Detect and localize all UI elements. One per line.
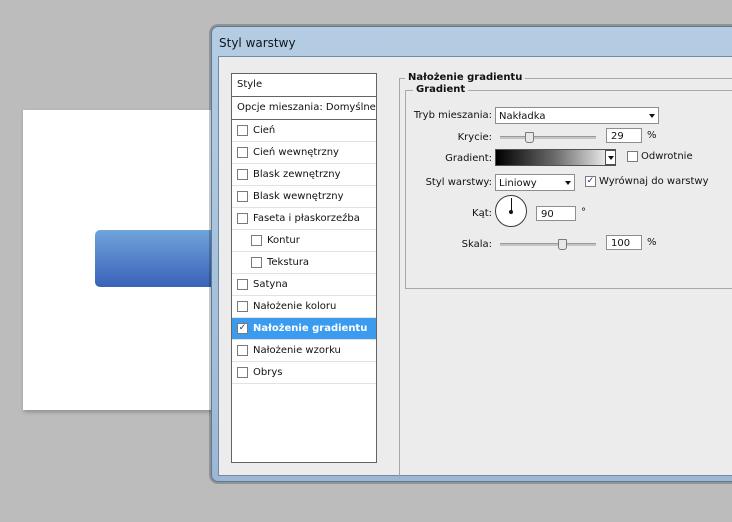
opacity-input[interactable]: 29 (606, 128, 642, 143)
style-item-checkbox[interactable] (237, 367, 248, 378)
gradient-button-preview (95, 230, 220, 287)
style-item-label: Blask zewnętrzny (253, 169, 341, 180)
scale-unit: % (647, 237, 657, 248)
style-item-label: Faseta i płaskorzeźba (253, 213, 360, 224)
angle-unit: ° (581, 207, 586, 218)
blending-options-item[interactable]: Opcje mieszania: Domyślne (232, 97, 376, 120)
style-select[interactable]: Liniowy (495, 174, 575, 191)
style-item-label: Nałożenie wzorku (253, 345, 341, 356)
style-item-label: Cień (253, 125, 276, 136)
scale-thumb[interactable] (558, 239, 567, 250)
layer-style-dialog: Styl warstwy Style Opcje mieszania: Domy… (211, 26, 732, 482)
angle-dial-center (509, 210, 513, 214)
dialog-body: Style Opcje mieszania: Domyślne Cień Cień… (218, 56, 732, 479)
style-item[interactable]: Faseta i płaskorzeźba (232, 208, 376, 230)
style-item-checkbox[interactable] (237, 345, 248, 356)
style-item-checkbox[interactable] (237, 169, 248, 180)
style-item-label: Nałożenie gradientu (253, 323, 368, 334)
style-item-checkbox[interactable]: ✓ (237, 323, 248, 334)
gradient-label: Gradient: (445, 153, 492, 164)
scale-input[interactable]: 100 (606, 235, 642, 250)
style-item[interactable]: Satyna (232, 274, 376, 296)
blend-mode-label: Tryb mieszania: (413, 110, 492, 121)
style-item[interactable]: Nałożenie wzorku (232, 340, 376, 362)
style-item-checkbox[interactable] (251, 235, 262, 246)
reverse-checkbox-box[interactable] (627, 151, 638, 162)
angle-label: Kąt: (472, 208, 492, 219)
align-with-layer-checkbox[interactable]: ✓ Wyrównaj do warstwy (585, 176, 709, 187)
scale-label: Skala: (461, 239, 492, 250)
style-item[interactable]: ✓ Nałożenie gradientu (232, 318, 376, 340)
gradient-preview[interactable] (495, 149, 616, 166)
dialog-title: Styl warstwy (219, 36, 296, 50)
section-title: Nałożenie gradientu (405, 72, 526, 83)
style-item-label: Blask wewnętrzny (253, 191, 344, 202)
opacity-thumb[interactable] (525, 132, 534, 143)
angle-dial[interactable] (495, 195, 527, 227)
align-checkbox-box[interactable]: ✓ (585, 176, 596, 187)
chevron-down-icon (608, 156, 614, 160)
style-item-label: Satyna (253, 279, 288, 290)
style-item-checkbox[interactable] (237, 279, 248, 290)
gradient-picker-button[interactable] (605, 150, 616, 165)
blend-mode-value: Nakładka (499, 111, 546, 122)
style-item[interactable]: Cień wewnętrzny (232, 142, 376, 164)
scale-slider[interactable] (500, 239, 596, 250)
blend-mode-select[interactable]: Nakładka (495, 107, 659, 124)
style-items: Cień Cień wewnętrzny Blask zewnętrzny Blask… (232, 120, 376, 384)
style-item[interactable]: Obrys (232, 362, 376, 384)
opacity-unit: % (647, 130, 657, 141)
style-item[interactable]: Blask zewnętrzny (232, 164, 376, 186)
style-item[interactable]: Nałożenie koloru (232, 296, 376, 318)
style-label: Styl warstwy: (425, 177, 492, 188)
scale-track (500, 243, 596, 246)
style-value: Liniowy (499, 178, 537, 189)
style-item[interactable]: Cień (232, 120, 376, 142)
style-item-label: Nałożenie koloru (253, 301, 337, 312)
reverse-checkbox[interactable]: Odwrotnie (627, 151, 693, 162)
opacity-label: Krycie: (457, 132, 492, 143)
opacity-track (500, 136, 596, 139)
style-item-checkbox[interactable] (237, 147, 248, 158)
style-item-label: Kontur (267, 235, 300, 246)
group-title: Gradient (413, 84, 469, 95)
style-item-checkbox[interactable] (251, 257, 262, 268)
opacity-slider[interactable] (500, 132, 596, 143)
styles-header[interactable]: Style (232, 74, 376, 97)
style-item[interactable]: Blask wewnętrzny (232, 186, 376, 208)
chevron-down-icon (565, 181, 571, 185)
style-item-checkbox[interactable] (237, 191, 248, 202)
style-item[interactable]: Tekstura (232, 252, 376, 274)
style-item-label: Cień wewnętrzny (253, 147, 339, 158)
align-label: Wyrównaj do warstwy (599, 176, 709, 187)
style-item-label: Tekstura (267, 257, 310, 268)
style-item-checkbox[interactable] (237, 301, 248, 312)
style-item-checkbox[interactable] (237, 125, 248, 136)
style-item-checkbox[interactable] (237, 213, 248, 224)
angle-input[interactable]: 90 (536, 206, 576, 221)
reverse-label: Odwrotnie (641, 151, 693, 162)
style-item-label: Obrys (253, 367, 283, 378)
styles-list: Style Opcje mieszania: Domyślne Cień Cień… (231, 73, 377, 463)
style-item[interactable]: Kontur (232, 230, 376, 252)
chevron-down-icon (649, 114, 655, 118)
